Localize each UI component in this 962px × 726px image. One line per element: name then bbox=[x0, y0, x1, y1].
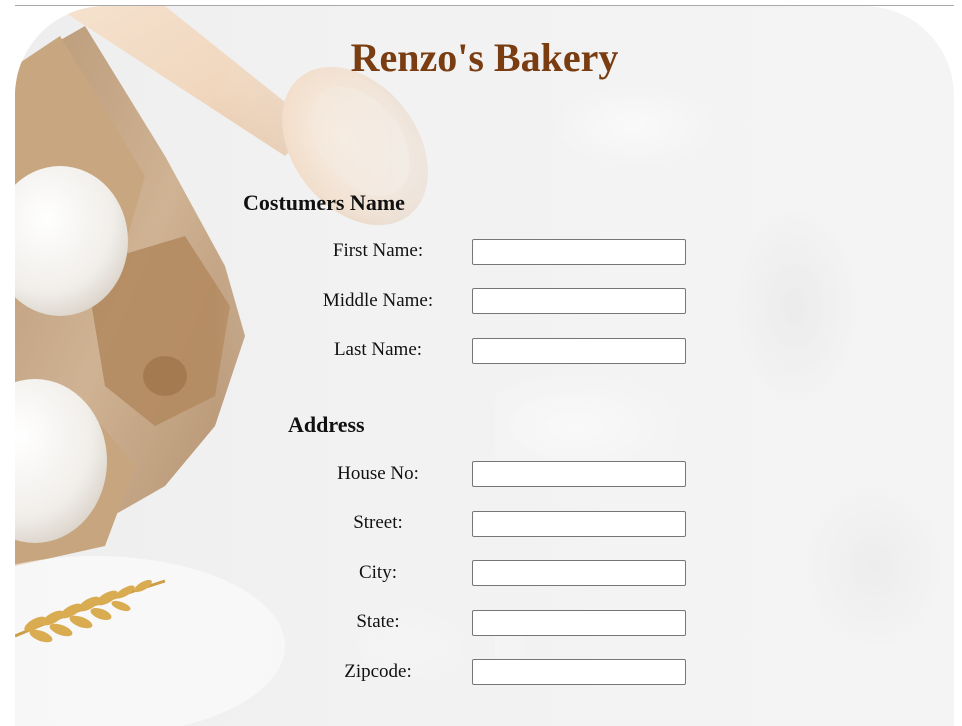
city-field[interactable] bbox=[472, 560, 686, 586]
middle-name-field[interactable] bbox=[472, 288, 686, 314]
state-label: State: bbox=[356, 611, 400, 632]
zipcode-field[interactable] bbox=[472, 659, 686, 685]
first-name-field[interactable] bbox=[472, 239, 686, 265]
address-heading: Address bbox=[288, 412, 365, 437]
state-field[interactable] bbox=[472, 610, 686, 636]
zipcode-label: Zipcode: bbox=[344, 661, 412, 682]
street-label: Street: bbox=[353, 512, 403, 533]
customer-name-heading: Costumers Name bbox=[243, 190, 405, 215]
street-field[interactable] bbox=[472, 511, 686, 537]
city-label: City: bbox=[358, 562, 397, 583]
last-name-field[interactable] bbox=[472, 338, 686, 364]
house-no-field[interactable] bbox=[472, 461, 686, 487]
page-title: Renzo's Bakery bbox=[350, 35, 619, 80]
middle-name-label: Middle Name: bbox=[322, 290, 434, 311]
last-name-label: Last Name: bbox=[333, 339, 423, 360]
first-name-label: First Name: bbox=[332, 240, 424, 261]
house-no-label: House No: bbox=[337, 463, 419, 484]
form-card: Renzo's Bakery Costumers Name First Name… bbox=[15, 6, 954, 726]
